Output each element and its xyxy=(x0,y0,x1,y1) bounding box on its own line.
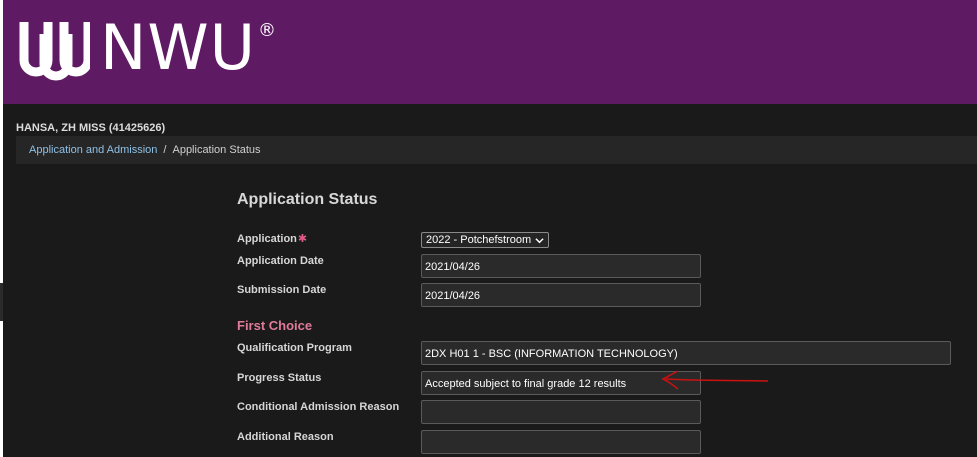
logo-wordmark: NWU xyxy=(100,11,257,84)
red-arrow-annotation-icon xyxy=(661,370,769,390)
breadcrumb-separator: / xyxy=(163,144,167,156)
application-select[interactable]: 2022 - Potchefstroom xyxy=(421,232,549,248)
application-date-label: Application Date xyxy=(237,255,324,267)
conditional-admission-reason-field[interactable] xyxy=(421,400,701,424)
chevron-down-icon xyxy=(535,238,544,244)
additional-reason-label: Additional Reason xyxy=(237,431,334,443)
qualification-program-label: Qualification Program xyxy=(237,342,352,354)
breadcrumb-current: Application Status xyxy=(172,144,261,156)
page-title: Application Status xyxy=(237,191,378,208)
site-header: NWU ® xyxy=(3,0,977,104)
left-edge-shadow xyxy=(0,283,3,321)
breadcrumb: Application and Admission / Application St… xyxy=(29,144,261,156)
application-label-text: Application xyxy=(237,233,297,245)
application-select-value: 2022 - Potchefstroom xyxy=(426,234,532,246)
application-date-field[interactable]: 2021/04/26 xyxy=(421,254,701,278)
submission-date-label: Submission Date xyxy=(237,284,327,296)
registered-mark: ® xyxy=(258,20,276,41)
first-choice-heading: First Choice xyxy=(237,318,313,333)
required-icon: ✱ xyxy=(297,233,308,245)
qualification-program-field[interactable]: 2DX H01 1 - BSC (INFORMATION TECHNOLOGY) xyxy=(421,341,951,365)
additional-reason-field[interactable] xyxy=(421,430,701,454)
user-name: HANSA, ZH MISS (41425626) xyxy=(16,122,166,134)
application-label: Application✱ xyxy=(237,232,307,245)
breadcrumb-bar: Application and Admission / Application St… xyxy=(16,136,977,164)
nwu-logo[interactable]: NWU ® xyxy=(18,11,288,84)
breadcrumb-link-application-admission[interactable]: Application and Admission xyxy=(29,144,157,156)
nwu-logo-mark-icon xyxy=(19,22,90,81)
progress-status-label: Progress Status xyxy=(237,372,322,384)
submission-date-field[interactable]: 2021/04/26 xyxy=(421,283,701,307)
conditional-admission-reason-label: Conditional Admission Reason xyxy=(237,401,400,413)
